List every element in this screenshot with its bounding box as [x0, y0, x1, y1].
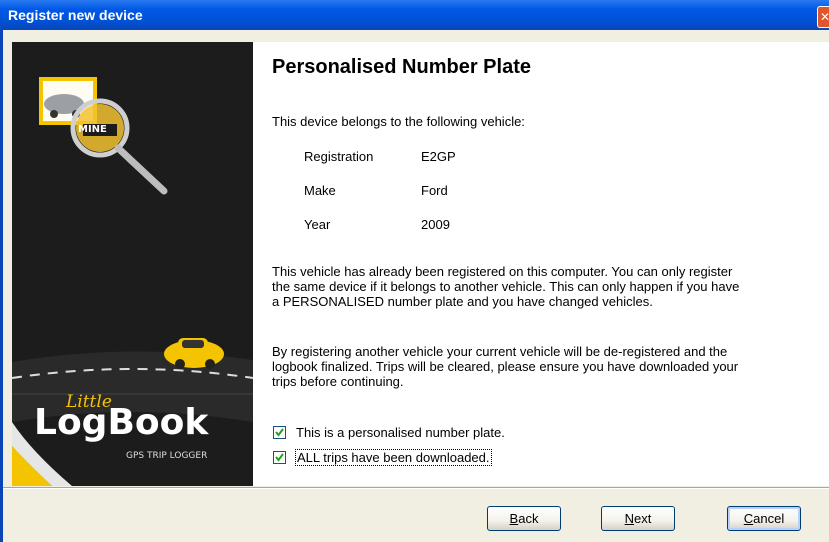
- trips-downloaded-label[interactable]: ALL trips have been downloaded.: [295, 449, 492, 466]
- registration-value: E2GP: [421, 149, 456, 164]
- close-icon: ✕: [818, 10, 829, 24]
- page-title: Personalised Number Plate: [272, 56, 531, 78]
- check-icon: [275, 428, 284, 437]
- title-bar[interactable]: Register new device ✕: [0, 0, 829, 30]
- make-value: Ford: [421, 183, 448, 198]
- info-line-2: logbook finalized. Trips will be cleared…: [272, 359, 739, 374]
- personalised-plate-label[interactable]: This is a personalised number plate.: [296, 425, 505, 440]
- badge-mine: MINE: [78, 124, 107, 135]
- warning-line-1: This vehicle has already been registered…: [272, 264, 733, 279]
- next-button[interactable]: Next: [601, 506, 675, 531]
- window-border: [0, 30, 3, 542]
- check-icon: [275, 453, 284, 462]
- info-paragraph: By registering another vehicle your curr…: [272, 344, 824, 389]
- cancel-button[interactable]: Cancel: [727, 506, 801, 531]
- window-title: Register new device: [8, 7, 143, 23]
- next-label: ext: [634, 511, 652, 526]
- warning-line-3: a PERSONALISED number plate and you have…: [272, 294, 653, 309]
- info-line-1: By registering another vehicle your curr…: [272, 344, 728, 359]
- warning-paragraph: This vehicle has already been registered…: [272, 264, 824, 309]
- cancel-mnemonic: C: [743, 511, 754, 526]
- brand-name: LogBook: [34, 402, 209, 443]
- close-button[interactable]: ✕: [817, 6, 829, 28]
- trips-downloaded-checkbox[interactable]: [273, 451, 286, 464]
- warning-line-2: the same device if it belongs to another…: [272, 279, 740, 294]
- sidebar-banner: MINE Little LogBook GPS TRIP LOGGER: [12, 42, 253, 486]
- intro-text: This device belongs to the following veh…: [272, 114, 525, 129]
- year-value: 2009: [421, 217, 450, 232]
- year-label: Year: [304, 217, 331, 232]
- next-mnemonic: N: [624, 511, 635, 526]
- divider-highlight: [3, 488, 829, 489]
- back-button[interactable]: Back: [487, 506, 561, 531]
- brand-tagline: GPS TRIP LOGGER: [126, 451, 208, 461]
- cancel-label: ancel: [753, 511, 785, 526]
- make-label: Make: [304, 183, 336, 198]
- info-line-3: trips before continuing.: [272, 374, 404, 389]
- back-mnemonic: B: [509, 511, 519, 526]
- back-label: ack: [518, 511, 539, 526]
- personalised-plate-checkbox[interactable]: [273, 426, 286, 439]
- registration-label: Registration: [304, 149, 374, 164]
